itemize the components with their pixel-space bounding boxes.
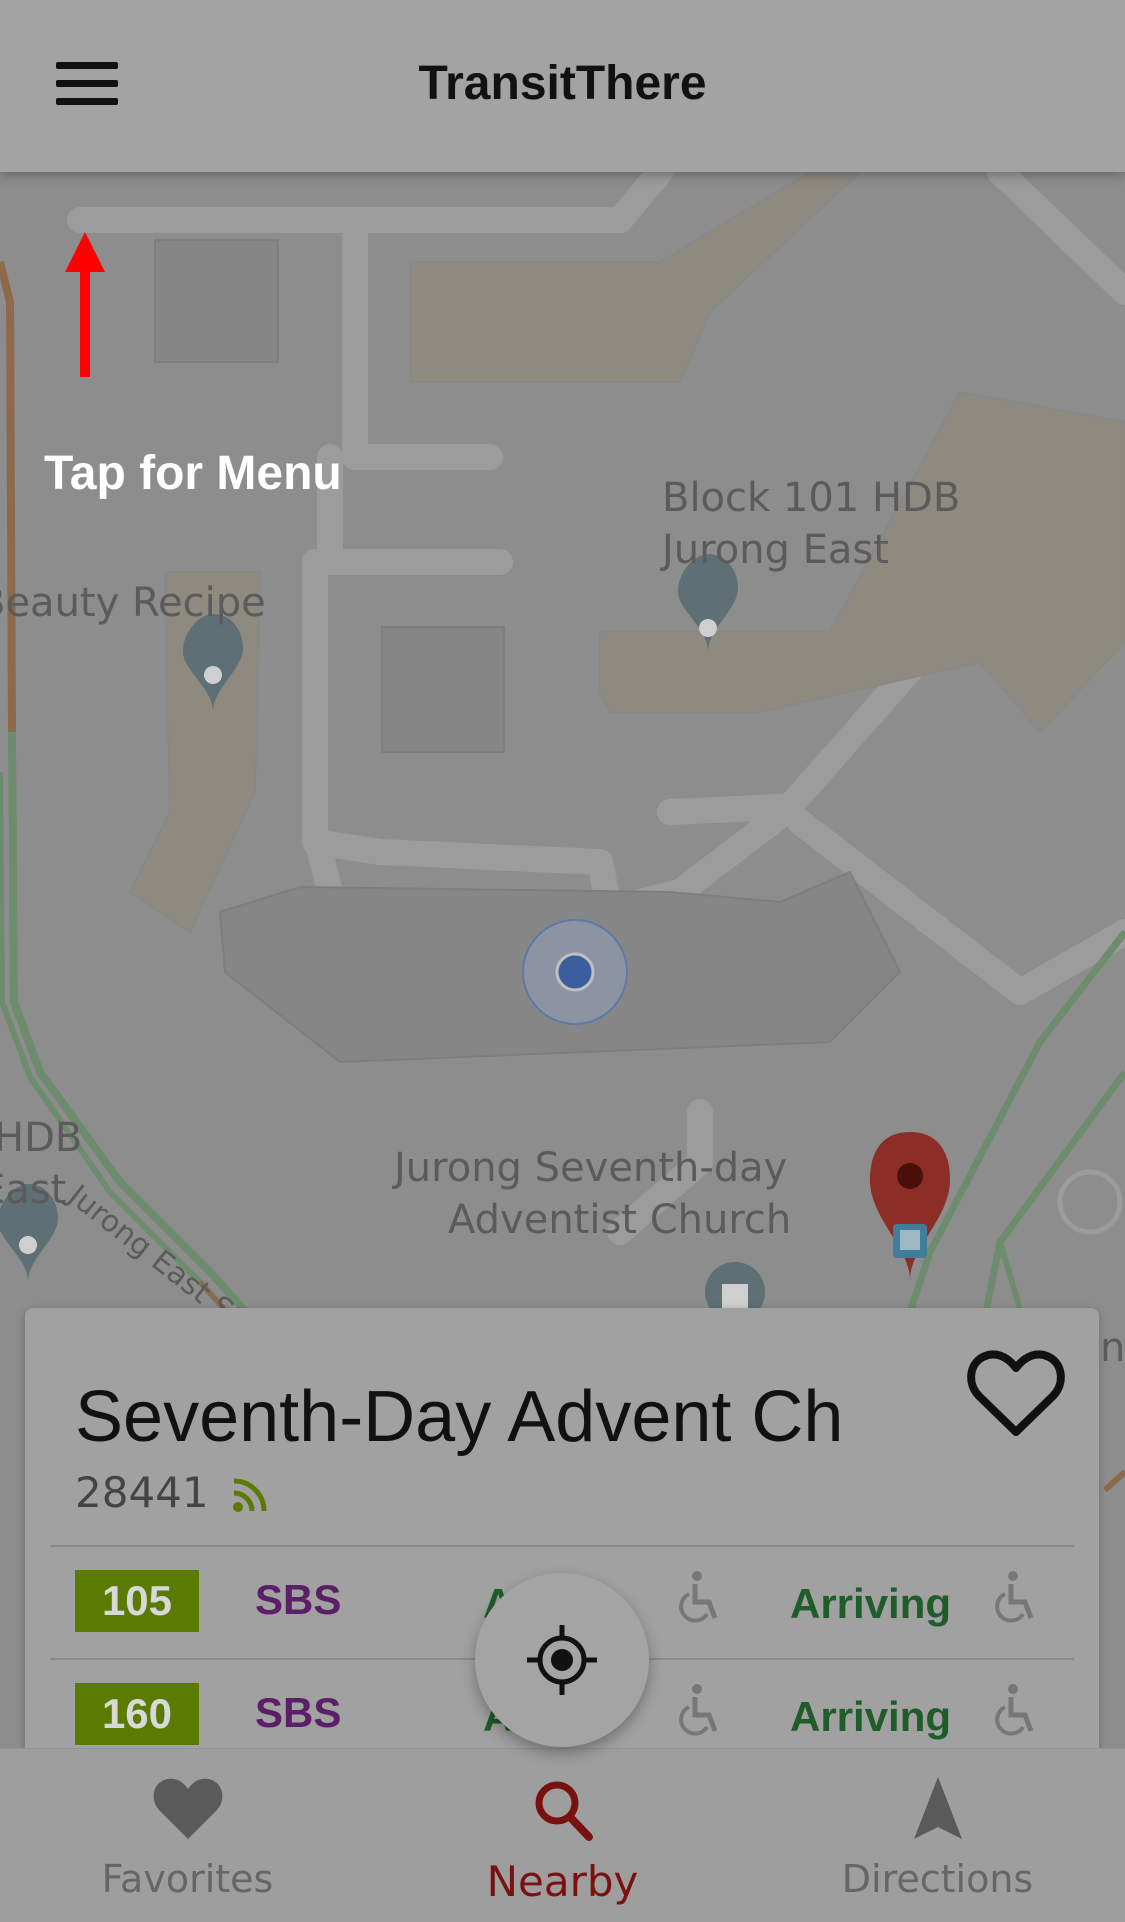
bottom-navigation: Favorites Nearby Directions (0, 1748, 1125, 1922)
tab-favorites[interactable]: Favorites (0, 1749, 375, 1922)
hint-arrow-icon (65, 232, 105, 377)
tab-label: Directions (841, 1857, 1034, 1901)
map-label: East (0, 1167, 67, 1213)
wheelchair-icon (679, 1684, 718, 1736)
map-label: Jurong Seventh-day (394, 1145, 788, 1191)
service-next-eta: Arriving (790, 1580, 952, 1627)
map-label: HDB (0, 1115, 83, 1161)
map-label: Jurong East (662, 527, 889, 573)
wheelchair-icon (679, 1571, 718, 1623)
map-label: n (1100, 1325, 1125, 1371)
tab-nearby[interactable]: Nearby (375, 1749, 750, 1922)
tab-label: Favorites (101, 1857, 274, 1901)
stop-name: Seventh-Day Advent Ch (75, 1377, 844, 1457)
my-location-button[interactable] (475, 1573, 649, 1747)
my-location-icon (527, 1625, 597, 1695)
user-location-icon (522, 919, 628, 1025)
service-next-eta: Arriving (790, 1693, 952, 1740)
service-number: 105 (75, 1570, 199, 1632)
navigation-arrow-icon (914, 1777, 962, 1839)
search-icon (535, 1781, 593, 1841)
map-label: Beauty Recipe (0, 580, 266, 626)
rss-icon (233, 1478, 267, 1512)
tab-directions[interactable]: Directions (750, 1749, 1125, 1922)
map-label: Block 101 HDB (662, 475, 961, 521)
heart-outline-icon[interactable] (967, 1348, 1065, 1438)
app-screen: Block 101 HDB Jurong East Beauty Recipe … (0, 0, 1125, 1922)
tab-label: Nearby (486, 1857, 639, 1906)
service-operator: SBS (255, 1576, 342, 1623)
service-operator: SBS (255, 1689, 342, 1736)
app-bar: TransitThere (0, 0, 1125, 172)
heart-icon (153, 1778, 223, 1839)
service-number: 160 (75, 1683, 199, 1745)
wheelchair-icon (995, 1684, 1034, 1736)
app-title: TransitThere (418, 57, 707, 110)
wheelchair-icon (995, 1571, 1034, 1623)
menu-hint-text: Tap for Menu (44, 447, 342, 500)
map-label: Adventist Church (448, 1197, 792, 1243)
stop-code: 28441 (75, 1468, 209, 1517)
divider (50, 1545, 1074, 1547)
